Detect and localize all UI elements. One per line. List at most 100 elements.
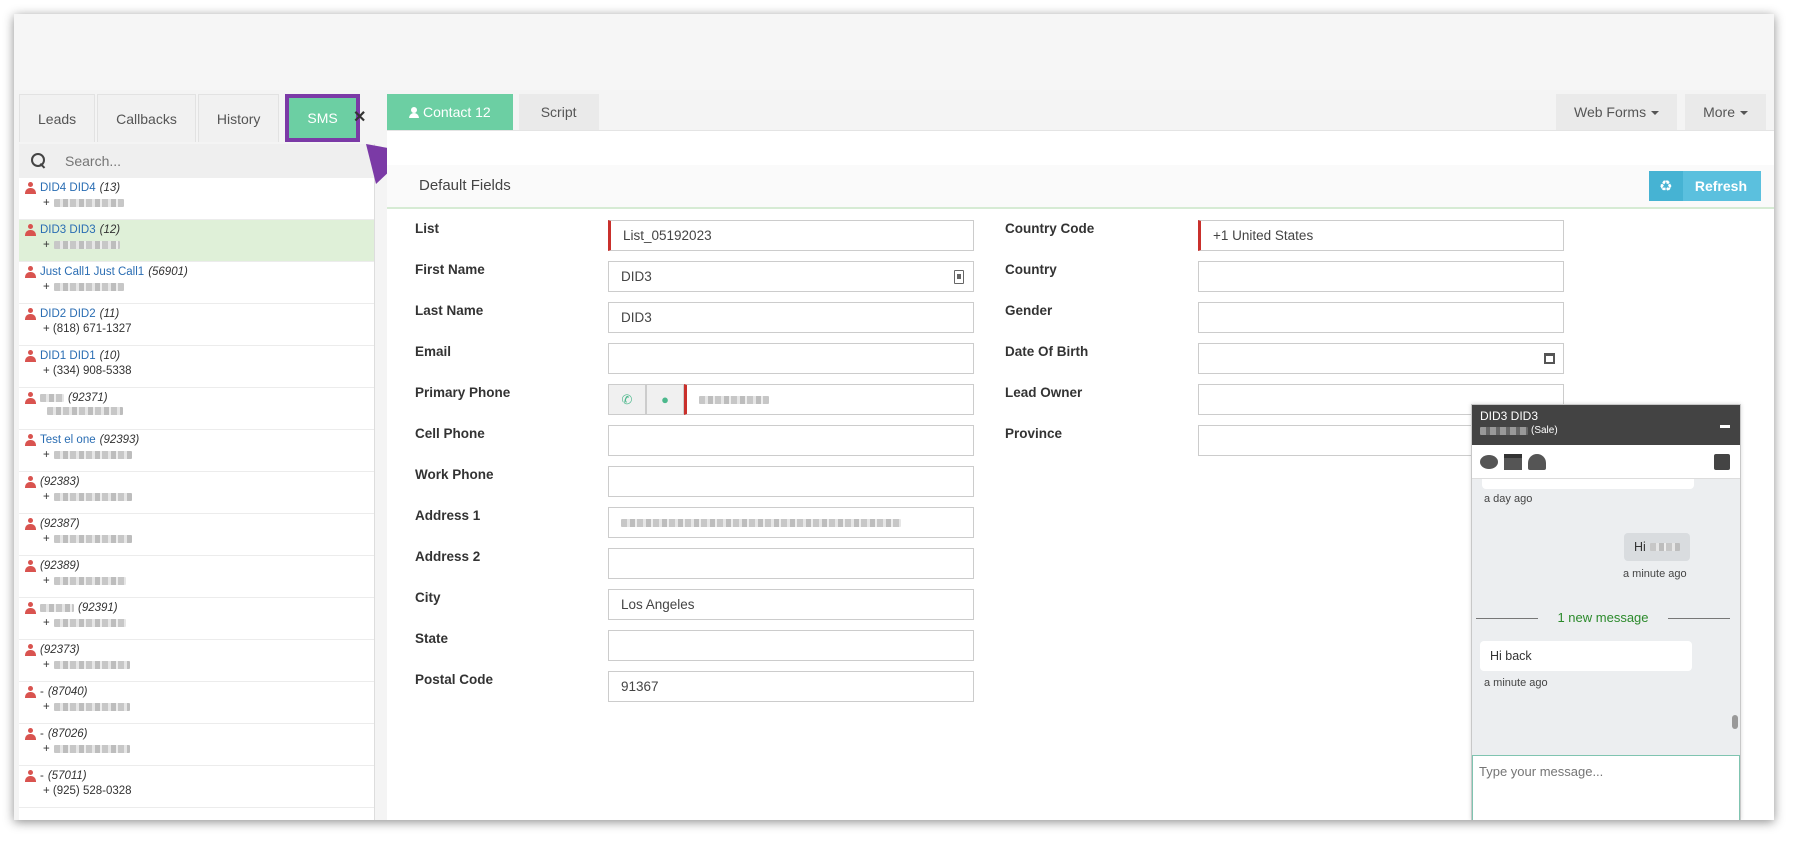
address-1-input[interactable]: [608, 507, 974, 538]
lead-id: (87040): [47, 686, 88, 698]
list-item[interactable]: - (87040) +: [19, 682, 374, 724]
country-input[interactable]: [1198, 261, 1564, 292]
list-item[interactable]: (92389) +: [19, 556, 374, 598]
gender-select[interactable]: [1198, 302, 1564, 333]
sms-button[interactable]: ●: [646, 384, 684, 415]
cell-phone-input[interactable]: [608, 425, 974, 456]
scroll-thumb[interactable]: [1732, 715, 1738, 729]
field-label-last-name: Last Name: [415, 303, 484, 318]
redacted-text: [53, 199, 124, 207]
lead-phone: +: [43, 197, 50, 209]
lead-name: Just Call1 Just Call1: [40, 266, 145, 278]
postal-code-input[interactable]: 91367: [608, 671, 974, 702]
email-input[interactable]: [608, 343, 974, 374]
web-forms-dropdown[interactable]: Web Forms: [1556, 94, 1678, 130]
list-item[interactable]: Just Call1 Just Call1 (56901) +: [19, 262, 374, 304]
tab-contact[interactable]: Contact 12: [387, 94, 513, 130]
date-of-birth-input[interactable]: [1198, 343, 1564, 374]
app-window: Leads Callbacks History SMS ✕ DID4 DID4(…: [14, 14, 1774, 820]
lead-id: (92389): [40, 560, 80, 572]
tab-script[interactable]: Script: [518, 94, 599, 130]
chat-scrollbar[interactable]: [1732, 481, 1738, 729]
person-icon: [25, 518, 36, 530]
lead-name: Test el one: [40, 434, 96, 446]
state-input[interactable]: [608, 630, 974, 661]
refresh-button[interactable]: ♻ Refresh: [1648, 171, 1761, 201]
last-name-input[interactable]: DID3: [608, 302, 974, 333]
chat-header: DID3 DID3 (Sale): [1472, 405, 1740, 445]
redacted-text: [53, 745, 130, 753]
lead-phone: +: [43, 449, 50, 461]
list-item[interactable]: DID4 DID4 (13) +: [19, 178, 374, 220]
lead-phone: +: [43, 281, 50, 293]
lead-phone: +: [43, 743, 50, 755]
redacted-text: [53, 535, 132, 543]
right-tab-bar: Web Forms More: [1548, 94, 1766, 130]
person-icon: [25, 350, 36, 362]
lead-id: (92387): [40, 518, 80, 530]
lead-id: (10): [99, 350, 121, 362]
redacted-text: [1480, 426, 1528, 435]
lead-phone: +: [43, 491, 50, 503]
checkbox-icon[interactable]: [1714, 454, 1730, 470]
list-item[interactable]: (92383) +: [19, 472, 374, 514]
primary-phone-input[interactable]: [684, 384, 974, 415]
tab-history[interactable]: History: [197, 94, 280, 142]
person-icon: [25, 560, 36, 572]
lead-name: DID4 DID4: [40, 182, 96, 194]
list-item[interactable]: - (87026) +: [19, 724, 374, 766]
minimize-icon[interactable]: [1720, 425, 1730, 428]
lead-id: (92391): [78, 602, 118, 614]
redacted-text: [53, 703, 130, 711]
calendar-icon[interactable]: [1504, 453, 1522, 470]
chat-bubble-icon[interactable]: [1480, 454, 1498, 469]
message-input[interactable]: [1472, 755, 1740, 820]
person-icon: [25, 476, 36, 488]
call-button[interactable]: ✆: [608, 384, 646, 415]
tab-sms[interactable]: SMS: [285, 94, 360, 142]
search-input[interactable]: [65, 153, 345, 169]
list-item[interactable]: DID1 DID1 (10) + (334) 908-5338: [19, 346, 374, 388]
field-label-primary-phone: Primary Phone: [415, 385, 511, 400]
sms-chat-window: DID3 DID3 (Sale) a day ago Hi a minute a…: [1471, 404, 1741, 820]
more-label: More: [1703, 104, 1735, 120]
redacted-text: [40, 604, 74, 612]
list-item[interactable]: (92387) +: [19, 514, 374, 556]
tab-callbacks[interactable]: Callbacks: [97, 94, 196, 142]
message-bubble: [1482, 479, 1694, 489]
list-item[interactable]: (92391) +: [19, 598, 374, 640]
field-label-list: List: [415, 221, 440, 236]
user-icon[interactable]: [1528, 453, 1546, 470]
list-item[interactable]: Test el one (92393) +: [19, 430, 374, 472]
list-item[interactable]: (92373) +: [19, 640, 374, 682]
country-code-select[interactable]: +1 United States: [1198, 220, 1564, 251]
list-item[interactable]: (92371): [19, 388, 374, 430]
lead-name: -: [40, 728, 44, 740]
field-label-province: Province: [1005, 426, 1063, 441]
calendar-icon[interactable]: [1544, 353, 1555, 364]
tab-leads[interactable]: Leads: [19, 94, 96, 142]
list-item[interactable]: DID3 DID3 (12) +: [19, 220, 374, 262]
message-time: a minute ago: [1623, 568, 1687, 580]
recycle-icon: ♻: [1648, 171, 1683, 201]
list-input[interactable]: List_05192023: [608, 220, 974, 251]
list-item[interactable]: - (57011) + (925) 528-0328: [19, 766, 374, 808]
work-phone-input[interactable]: [608, 466, 974, 497]
close-icon[interactable]: ✕: [353, 107, 366, 127]
redacted-text: [699, 396, 769, 404]
refresh-label: Refresh: [1694, 178, 1747, 194]
more-dropdown[interactable]: More: [1685, 94, 1766, 130]
address-2-input[interactable]: [608, 548, 974, 579]
first-name-input[interactable]: DID3: [608, 261, 974, 292]
lead-id: (92393): [99, 434, 140, 446]
lead-list: DID4 DID4 (13) + DID3 DID3 (12) + Just Call1…: [19, 178, 374, 808]
list-item[interactable]: DID2 DID2 (11) + (818) 671-1327: [19, 304, 374, 346]
caret-down-icon: [1740, 111, 1748, 115]
left-tab-bar: Leads Callbacks History SMS: [19, 94, 362, 142]
lead-phone: +: [43, 575, 50, 587]
new-message-divider: 1 new message: [1476, 610, 1730, 625]
lead-name: DID1 DID1: [40, 350, 96, 362]
contact-card-icon: [954, 270, 964, 284]
redacted-text: [53, 619, 126, 627]
city-input[interactable]: Los Angeles: [608, 589, 974, 620]
